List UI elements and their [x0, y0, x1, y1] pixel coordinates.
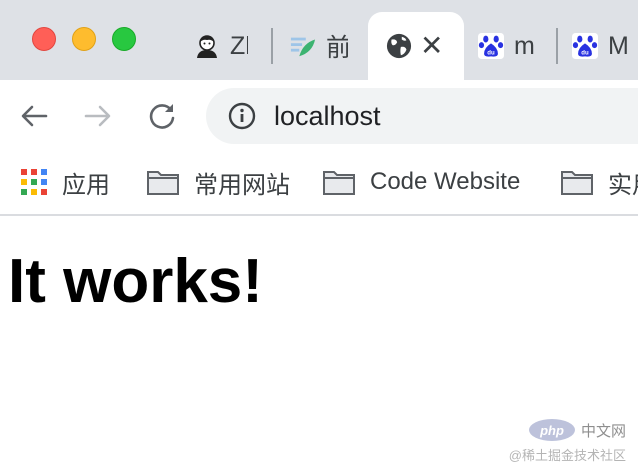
reload-button[interactable] [146, 100, 178, 132]
tab-close-icon[interactable]: ✕ [420, 32, 443, 60]
apps-grid-icon [21, 169, 47, 195]
bookmark-folder-code-website[interactable]: Code Website [322, 164, 520, 200]
tab-title: m [514, 31, 534, 60]
tab-title: 前端 [326, 34, 348, 62]
bookmark-folder-practical[interactable]: 实用 [560, 164, 638, 200]
globe-icon [386, 33, 412, 59]
tab-separator [556, 28, 558, 64]
bookmark-apps[interactable]: 应用 [20, 164, 110, 200]
window-maximize-button[interactable] [112, 27, 136, 51]
bookmarks-bar: 应用 常用网站 Code Website 实用 [0, 152, 638, 216]
baidu-paw-icon: du [478, 33, 504, 59]
back-button[interactable] [18, 100, 50, 132]
reload-icon [149, 104, 175, 129]
tab-1[interactable]: Zh [194, 12, 260, 80]
tab-2[interactable]: 前端 [290, 12, 356, 80]
bookmark-folder-common-sites[interactable]: 常用网站 [146, 164, 290, 200]
svg-text:du: du [487, 51, 495, 57]
tab-strip: Zh 前端 [0, 0, 638, 80]
bookmark-label: 实用 [608, 171, 638, 199]
avatar-icon [194, 33, 220, 59]
php-logo: php [528, 419, 575, 441]
watermark-cn-text: 中文网 [580, 422, 626, 440]
folder-icon [561, 171, 593, 195]
page-content: It works! php 中文网 @稀土掘金技术社区 [0, 216, 638, 476]
forward-arrow-icon [84, 105, 111, 127]
tab-separator [271, 28, 273, 64]
watermark-subtext: @稀土掘金技术社区 [508, 448, 626, 463]
folder-icon [147, 171, 179, 195]
address-bar[interactable]: localhost [206, 88, 638, 144]
bookmark-label: Code Website [370, 168, 521, 195]
bookmark-label: 常用网站 [194, 171, 290, 199]
back-arrow-icon [21, 105, 48, 127]
feather-icon [290, 33, 316, 59]
browser-window: Zh 前端 [0, 0, 638, 476]
info-icon[interactable] [228, 102, 256, 130]
window-close-button[interactable] [32, 27, 56, 51]
page-headline: It works! [8, 247, 263, 316]
url-text[interactable]: localhost [274, 101, 381, 132]
baidu-paw-icon: du [572, 33, 598, 59]
tab-title: Zh [230, 31, 248, 60]
toolbar: localhost [0, 80, 638, 152]
tab-5[interactable]: du M [572, 12, 638, 80]
tab-title: M [608, 31, 628, 60]
watermark: php 中文网 @稀土掘金技术社区 [509, 419, 626, 464]
bookmark-label: 应用 [62, 171, 110, 199]
svg-text:du: du [581, 51, 589, 57]
tab-active[interactable]: ✕ [368, 12, 464, 80]
window-minimize-button[interactable] [72, 27, 96, 51]
folder-icon [323, 171, 355, 195]
watermark-top: php 中文网 [528, 419, 626, 441]
tab-4[interactable]: du m [478, 12, 544, 80]
forward-button[interactable] [82, 100, 114, 132]
